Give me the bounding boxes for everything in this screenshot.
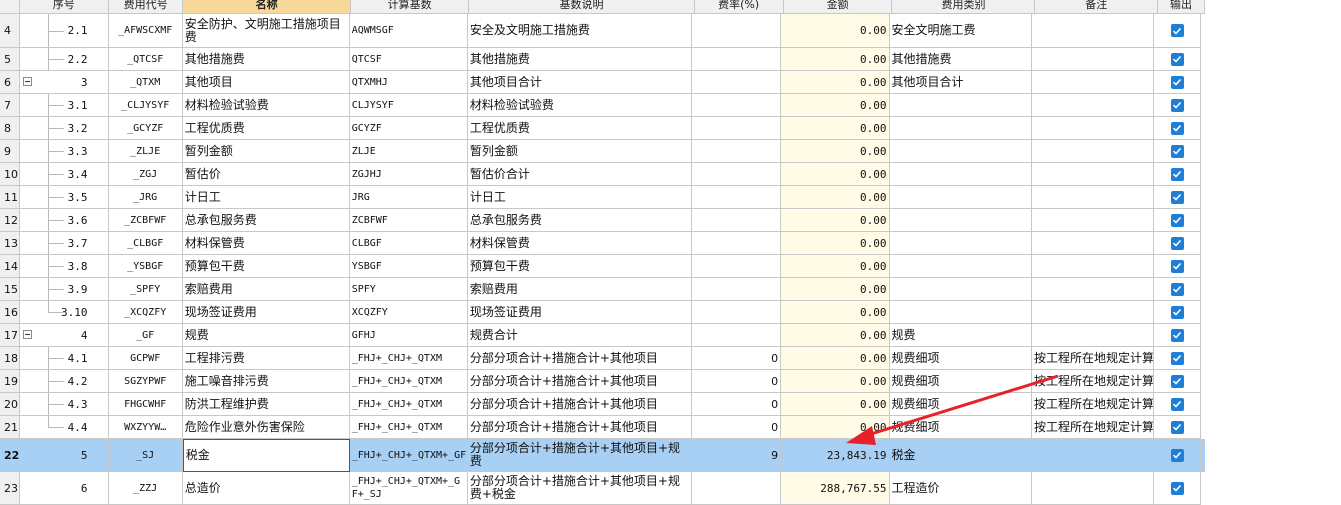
annotation-arrow-shaft	[857, 374, 1059, 440]
annotation-arrow-head	[846, 426, 876, 445]
annotation-arrow	[846, 374, 1059, 445]
